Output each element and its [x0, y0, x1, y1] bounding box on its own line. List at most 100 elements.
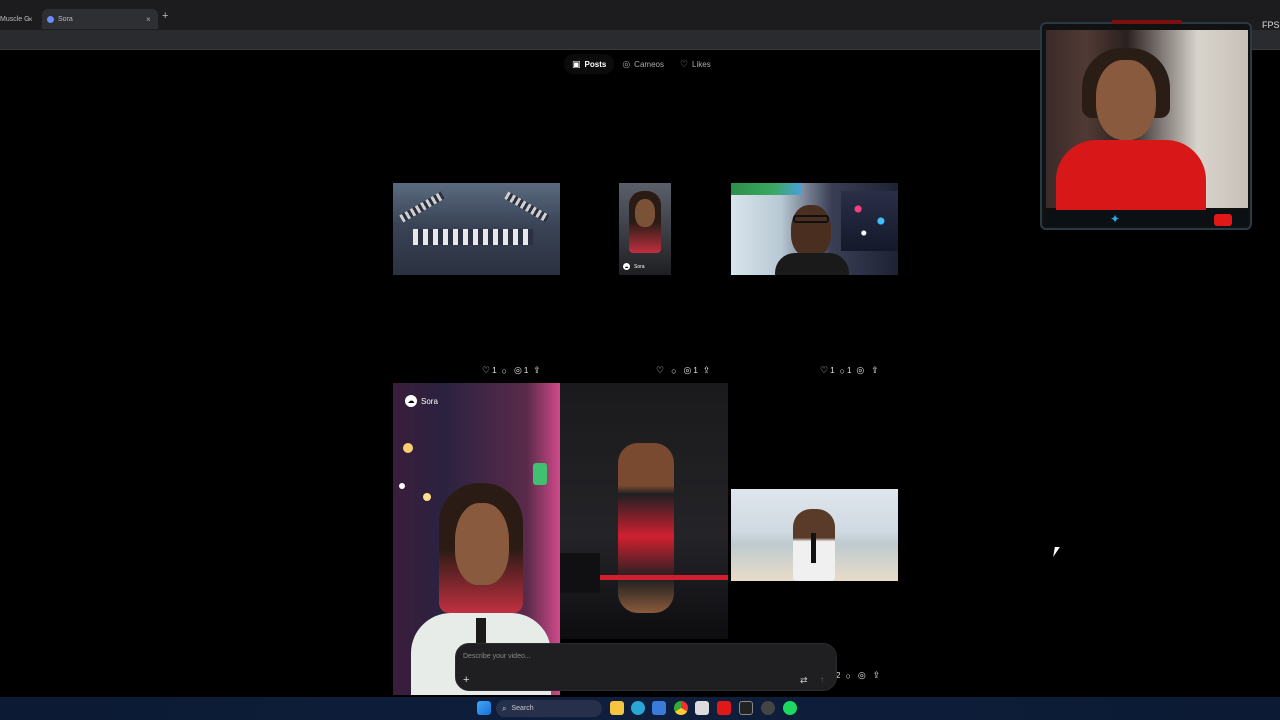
crosswalk-graphic: [399, 191, 445, 223]
face-graphic: [635, 199, 655, 227]
cameos-icon: ◎: [622, 58, 631, 69]
x-app-icon[interactable]: [739, 701, 753, 715]
sora-watermark: ☁ Sora: [405, 395, 438, 407]
sora-watermark: ☁ Sora: [623, 263, 645, 270]
city-lights-graphic: [841, 191, 898, 251]
windows-start-icon[interactable]: [477, 701, 491, 715]
app-icon[interactable]: [761, 701, 775, 715]
neon-sign-graphic: [533, 463, 547, 485]
tab-label: Sora: [58, 15, 73, 23]
youtube-icon: [1214, 214, 1232, 226]
browser-tab-active[interactable]: Sora ×: [42, 9, 158, 29]
heart-icon: ♡: [656, 365, 665, 375]
share-button[interactable]: ⇪: [703, 365, 713, 376]
youtube-icon[interactable]: [717, 701, 731, 715]
comment-button[interactable]: ○: [502, 366, 509, 376]
shirt-graphic: [775, 253, 849, 275]
face-graphic: [1096, 60, 1156, 140]
new-tab-button[interactable]: +: [162, 10, 168, 22]
spotify-icon[interactable]: [783, 701, 797, 715]
browser-tab[interactable]: Muscle G ×: [0, 9, 38, 29]
calculator-icon[interactable]: [695, 701, 709, 715]
post-actions: ♡ 1 ○ 1 ◎ ⇪: [820, 365, 881, 376]
remix-icon: ◎: [683, 365, 692, 375]
share-button[interactable]: ⇪: [871, 365, 881, 376]
face-graphic: [455, 503, 509, 585]
comment-button[interactable]: ○: [845, 671, 852, 681]
post-thumbnail-portrait[interactable]: ☁ Sora: [619, 183, 671, 275]
sora-logo-icon: ☁: [405, 395, 417, 407]
like-button[interactable]: ♡ 1: [482, 365, 497, 376]
tab-label: Cameos: [634, 59, 664, 69]
remix-button[interactable]: ◎ 1: [514, 365, 528, 376]
taskbar-search[interactable]: ⌕ Search: [496, 700, 602, 717]
crosswalk-graphic: [413, 229, 533, 245]
mouse-cursor-icon: [1053, 547, 1060, 557]
post-actions: ♡ ○ ◎ 1 ⇪: [656, 365, 712, 376]
webcam-overlay: ✦: [1040, 20, 1252, 230]
prompt-composer[interactable]: Describe your video... + ⇄ ↑: [455, 643, 837, 691]
street-light-graphic: [403, 443, 413, 453]
comment-button[interactable]: ○: [671, 366, 678, 376]
heart-icon: ♡: [820, 365, 829, 375]
remix-button[interactable]: ◎ 1: [684, 365, 698, 376]
posts-icon: ▣: [572, 58, 581, 69]
windows-taskbar: ⌕ Search: [0, 697, 1280, 720]
share-icon: ⇪: [702, 365, 711, 375]
twitter-bird-icon: ✦: [1110, 212, 1121, 226]
webcam-feed: [1046, 30, 1248, 210]
like-button[interactable]: ♡: [656, 365, 666, 376]
share-icon: ⇪: [533, 365, 541, 375]
search-icon: ⌕: [502, 703, 507, 713]
remix-icon: ◎: [857, 670, 866, 680]
shirt-graphic: [1056, 140, 1206, 210]
tab-label: Muscle G: [0, 15, 30, 23]
arrow-up-icon[interactable]: ↑: [820, 675, 824, 684]
remix-icon: ◎: [856, 365, 865, 375]
wrestler-graphic: [618, 443, 674, 613]
sliders-icon[interactable]: ⇄: [800, 675, 808, 686]
tab-label: Posts: [584, 59, 607, 69]
heart-icon: ♡: [482, 365, 491, 375]
comment-button[interactable]: ○ 1: [840, 366, 852, 376]
post-thumbnail-beach[interactable]: [731, 489, 898, 581]
comment-icon: ○: [839, 365, 845, 376]
post-actions: 2 ○ ◎ ⇪: [836, 670, 882, 681]
share-button[interactable]: ⇪: [533, 365, 543, 376]
close-tab-icon[interactable]: ×: [28, 15, 33, 24]
face-graphic: [791, 205, 831, 257]
add-media-button[interactable]: +: [463, 674, 469, 686]
remix-button[interactable]: ◎: [858, 670, 868, 681]
close-tab-icon[interactable]: ×: [146, 15, 151, 24]
post-thumbnail-crosswalk[interactable]: [393, 183, 560, 275]
edge-icon[interactable]: [631, 701, 645, 715]
street-light-graphic: [423, 493, 431, 501]
file-explorer-icon[interactable]: [610, 701, 624, 715]
post-thumbnail-convenience-store[interactable]: [731, 183, 898, 275]
sora-favicon-icon: [47, 15, 54, 23]
crosswalk-graphic: [504, 191, 550, 223]
post-actions: ♡ 1 ○ ◎ 1 ⇪: [482, 365, 543, 376]
prompt-input[interactable]: Describe your video...: [463, 653, 531, 660]
remix-button[interactable]: ◎: [856, 365, 866, 376]
tab-likes[interactable]: ♡ Likes: [672, 54, 719, 74]
profile-tabs: ▣ Posts ◎ Cameos ♡ Likes: [564, 54, 719, 74]
street-light-graphic: [399, 483, 405, 489]
glasses-graphic: [793, 215, 829, 223]
tab-posts[interactable]: ▣ Posts: [564, 54, 615, 74]
post-thumbnail-wrestler[interactable]: [560, 383, 728, 639]
sora-logo-icon: ☁: [623, 263, 630, 270]
share-button[interactable]: ⇪: [873, 670, 883, 681]
mail-icon[interactable]: [652, 701, 666, 715]
comment-icon: ○: [501, 365, 507, 376]
share-icon: ⇪: [872, 670, 881, 680]
store-sign-graphic: [731, 183, 801, 195]
ring-post-graphic: [560, 553, 600, 593]
comment-icon: ○: [845, 670, 851, 681]
chrome-icon[interactable]: [674, 701, 688, 715]
like-button[interactable]: ♡ 1: [820, 365, 835, 376]
share-icon: ⇪: [871, 365, 879, 375]
fps-overlay-label: FPS: [1262, 20, 1280, 30]
remix-icon: ◎: [513, 365, 522, 375]
tab-cameos[interactable]: ◎ Cameos: [614, 54, 672, 74]
